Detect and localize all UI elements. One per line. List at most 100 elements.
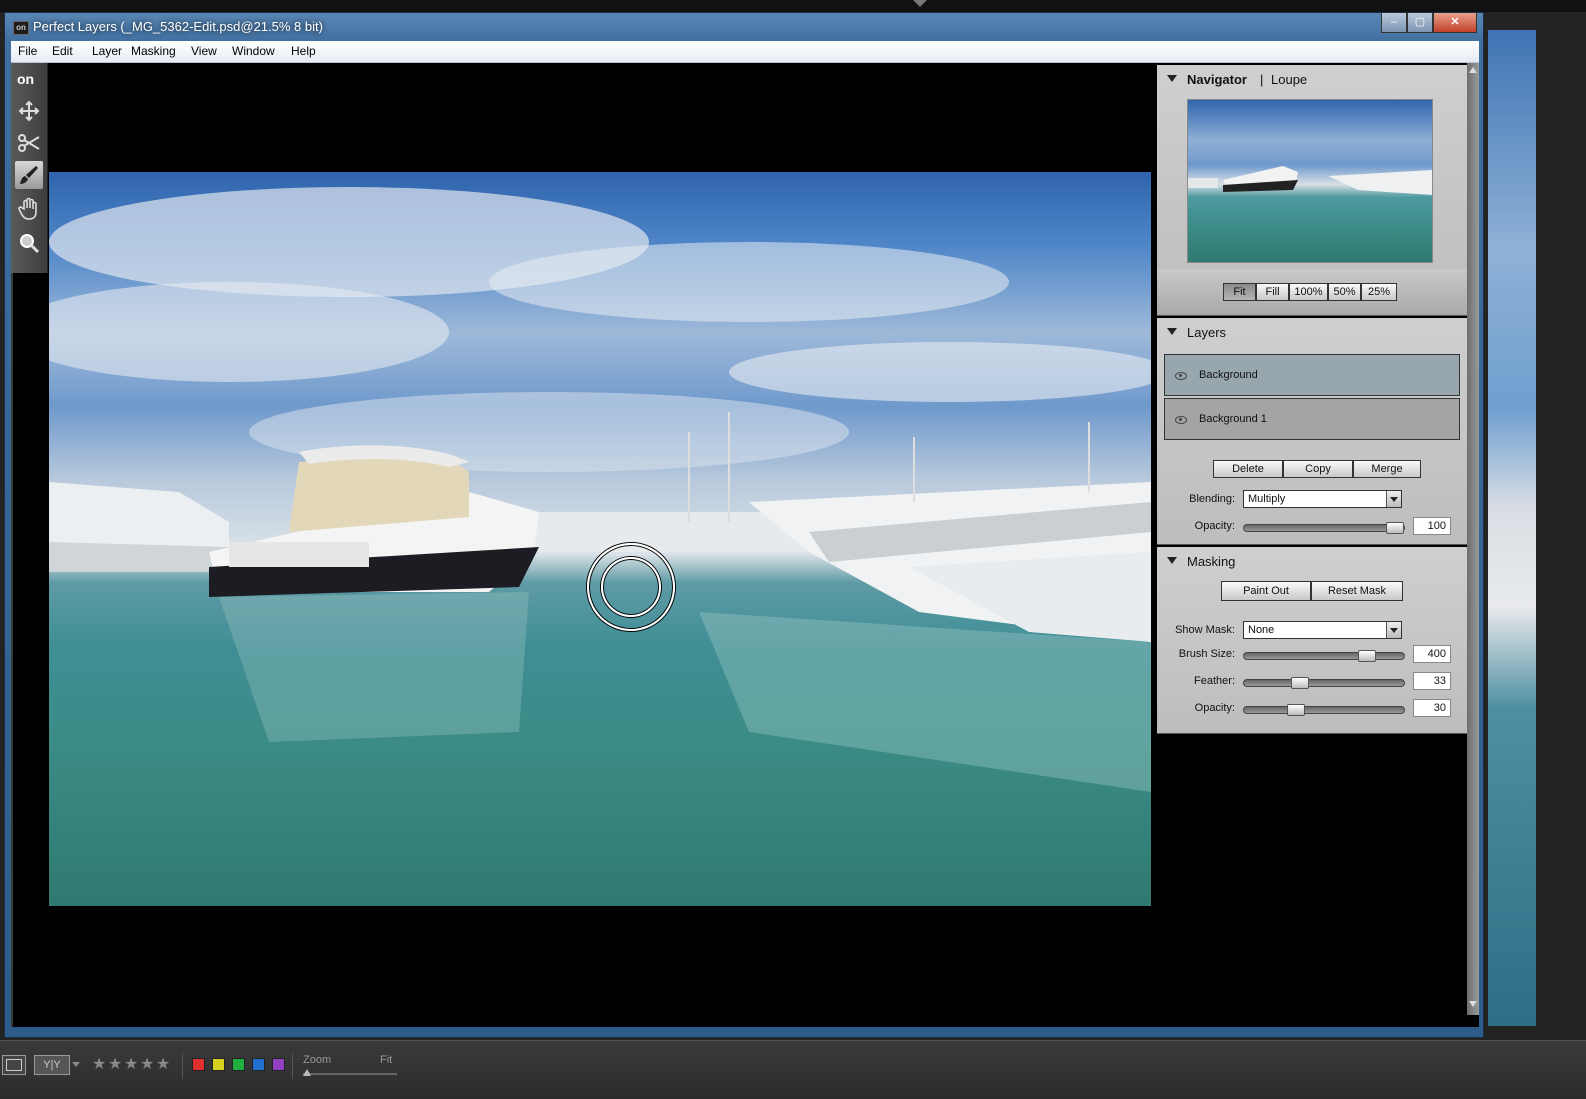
scissors-icon[interactable] [15,129,43,157]
blending-label: Blending: [1189,493,1235,505]
mask-opacity-input[interactable]: 30 [1413,699,1451,717]
slider-thumb[interactable] [1386,522,1404,534]
close-button[interactable]: ✕ [1433,13,1477,33]
scroll-up-icon[interactable] [1469,67,1477,73]
layer-name: Background [1199,369,1258,381]
scroll-down-icon[interactable] [1469,1001,1477,1007]
on1-logo-icon: on [15,65,43,93]
slider-thumb[interactable] [1291,677,1309,689]
navigator-separator: | [1260,72,1264,87]
brush-size-slider[interactable] [1243,650,1405,662]
show-mask-label: Show Mask: [1175,624,1235,636]
left-edge [11,273,13,1027]
zoom-100-button[interactable]: 100% [1289,283,1328,301]
zoom-fill-button[interactable]: Fill [1256,283,1289,301]
navigator-title[interactable]: Navigator [1187,72,1247,87]
layer-row-background-1[interactable]: Background 1 [1164,398,1460,440]
feather-slider[interactable] [1243,677,1405,689]
collapse-triangle-icon[interactable] [1167,75,1177,82]
background-photo-edge [1488,30,1536,1026]
navigator-header[interactable]: Navigator | Loupe [1157,65,1467,93]
reset-mask-button[interactable]: Reset Mask [1311,581,1403,601]
menu-file[interactable]: File [18,44,37,58]
right-panel: Navigator | Loupe Fit Fill 100% 50% 25% … [1157,63,1467,1027]
divider [182,1053,183,1079]
photo-image[interactable] [49,172,1151,906]
compare-view-button[interactable]: Y|Y [34,1055,70,1075]
layer-opacity-label: Opacity: [1194,520,1235,532]
layer-opacity-slider[interactable] [1243,522,1405,534]
star-5-icon[interactable]: ★ [156,1054,170,1074]
collapse-triangle-icon[interactable] [1167,557,1177,564]
collapse-triangle-icon[interactable] [1167,328,1177,335]
layer-row-background[interactable]: Background [1164,354,1460,396]
menu-help[interactable]: Help [291,44,316,58]
move-icon[interactable] [15,97,43,125]
star-1-icon[interactable]: ★ [92,1054,106,1074]
feather-input[interactable]: 33 [1413,672,1451,690]
star-4-icon[interactable]: ★ [140,1054,154,1074]
chevron-down-icon[interactable] [72,1062,80,1067]
visibility-eye-icon[interactable] [1175,372,1187,380]
navigator-section: Navigator | Loupe Fit Fill 100% 50% 25% [1157,65,1467,316]
mask-opacity-label: Opacity: [1194,702,1235,714]
star-2-icon[interactable]: ★ [108,1054,122,1074]
title-bar[interactable]: on Perfect Layers (_MG_5362-Edit.psd@21.… [5,13,1483,41]
navigator-thumbnail[interactable] [1187,99,1433,263]
menu-masking[interactable]: Masking [131,44,176,58]
client-area: on Navigator | Loupe Fit Fill 100% 50% 2… [11,63,1479,1027]
menu-layer[interactable]: Layer [92,44,122,58]
visibility-eye-icon[interactable] [1175,416,1187,424]
layers-header[interactable]: Layers [1157,318,1467,346]
zoom-slider[interactable] [303,1069,397,1076]
masking-title: Masking [1187,554,1236,569]
copy-layer-button[interactable]: Copy [1283,460,1353,478]
zoom-50-button[interactable]: 50% [1328,283,1361,301]
color-label-blue[interactable] [252,1058,265,1071]
single-view-icon [6,1059,22,1071]
toolbar: on [11,63,48,273]
star-3-icon[interactable]: ★ [124,1054,138,1074]
show-mask-select[interactable]: None [1243,621,1402,639]
merge-layer-button[interactable]: Merge [1353,460,1421,478]
zoom-icon[interactable] [15,229,43,257]
blending-select[interactable]: Multiply [1243,490,1402,508]
color-label-purple[interactable] [272,1058,285,1071]
brush-icon[interactable] [15,161,43,189]
color-label-green[interactable] [232,1058,245,1071]
zoom-slider-thumb[interactable] [303,1069,311,1076]
zoom-25-button[interactable]: 25% [1361,283,1397,301]
bottom-toolbar: Y|Y ★ ★ ★ ★ ★ Zoom Fit [0,1040,1586,1099]
maximize-button[interactable]: ▢ [1407,13,1433,33]
color-label-red[interactable] [192,1058,205,1071]
panel-scrollbar[interactable] [1467,63,1479,1015]
blending-value: Multiply [1248,493,1286,505]
loupe-tab[interactable]: Loupe [1271,72,1307,87]
zoom-fit-button[interactable]: Fit [1223,283,1256,301]
menu-edit[interactable]: Edit [52,44,73,58]
slider-thumb[interactable] [1287,704,1305,716]
loupe-view-button[interactable] [2,1055,26,1075]
masking-header[interactable]: Masking [1157,547,1467,575]
color-label-yellow[interactable] [212,1058,225,1071]
zoom-fit-label: Fit [380,1054,393,1066]
navigator-zoom-bar: Fit Fill 100% 50% 25% [1157,269,1467,315]
chevron-down-icon[interactable] [1386,622,1401,638]
mask-opacity-slider[interactable] [1243,704,1405,716]
minimize-button[interactable]: ‒ [1381,13,1407,33]
compare-icon: Y|Y [43,1059,61,1071]
menu-view[interactable]: View [191,44,217,58]
chevron-down-icon[interactable] [1386,491,1401,507]
canvas[interactable] [49,63,1153,1015]
paint-out-button[interactable]: Paint Out [1221,581,1311,601]
show-mask-value: None [1248,624,1275,636]
delete-layer-button[interactable]: Delete [1213,460,1283,478]
svg-text:on: on [17,71,34,87]
layers-section: Layers Background Background 1 Delete Co… [1157,318,1467,545]
layer-opacity-input[interactable]: 100 [1413,517,1451,535]
menu-window[interactable]: Window [232,44,275,58]
hand-icon[interactable] [15,195,43,223]
menu-bar: File Edit Layer Masking View Window Help [11,41,1479,63]
slider-thumb[interactable] [1358,650,1376,662]
brush-size-input[interactable]: 400 [1413,645,1451,663]
